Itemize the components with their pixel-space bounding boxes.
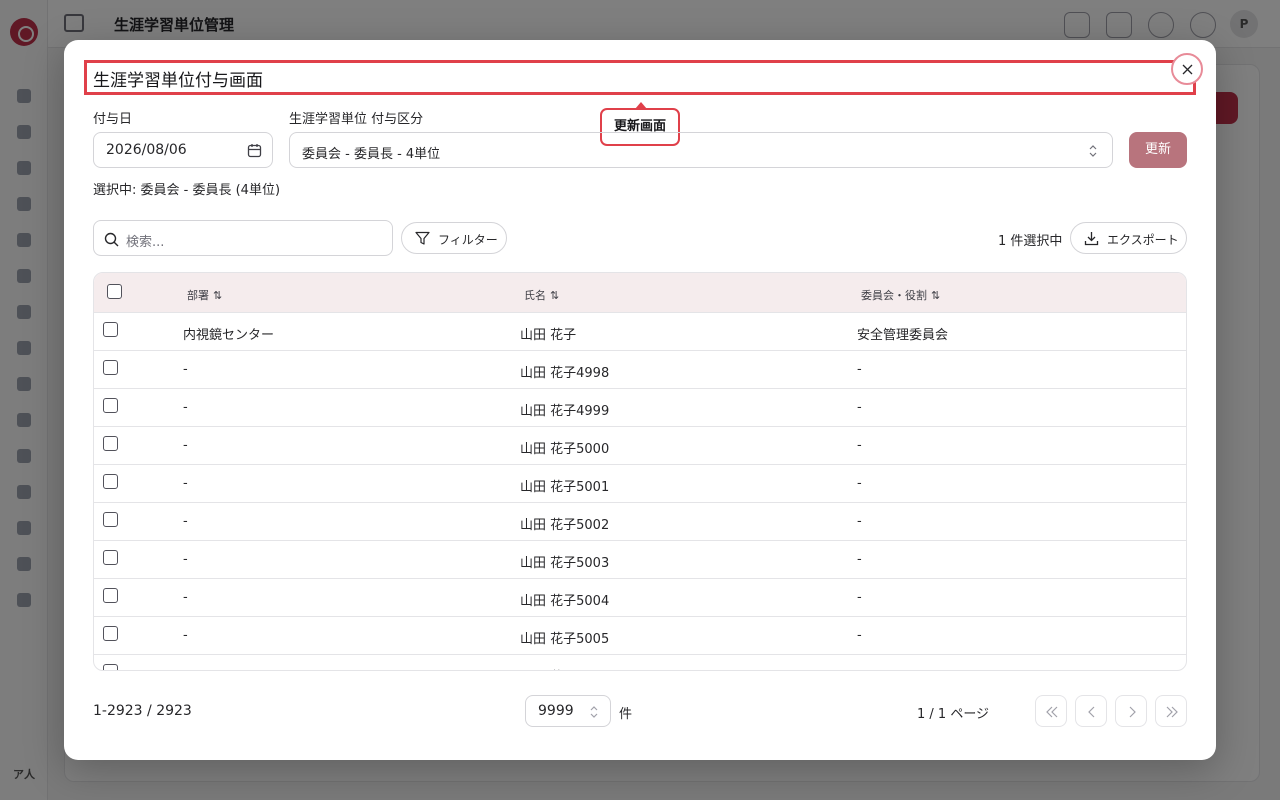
- category-label: 生涯学習単位 付与区分: [289, 112, 424, 127]
- row-checkbox[interactable]: [103, 588, 118, 603]
- cell-name: 山田 花子4999: [520, 404, 610, 419]
- title-highlight: 生涯学習単位付与画面: [84, 60, 1196, 95]
- date-value: 2026/08/06: [106, 142, 187, 158]
- sort-icon: ⇅: [213, 289, 223, 302]
- close-icon: [1182, 64, 1193, 75]
- chevron-updown-icon: [1089, 145, 1097, 157]
- cell-committee: -: [857, 514, 862, 529]
- cell-committee: -: [857, 362, 862, 377]
- cell-name: 山田 花子: [520, 328, 577, 343]
- date-label: 付与日: [93, 112, 133, 127]
- selected-category-info: 選択中: 委員会 - 委員長 (4単位): [93, 183, 281, 198]
- export-button[interactable]: エクスポート: [1070, 222, 1187, 254]
- column-header-name[interactable]: 氏名 ⇅: [524, 287, 559, 303]
- page-size-value: 9999: [538, 703, 574, 719]
- cell-department: -: [183, 476, 188, 491]
- filter-button[interactable]: フィルター: [401, 222, 507, 254]
- download-icon: [1084, 232, 1099, 246]
- row-checkbox[interactable]: [103, 512, 118, 527]
- cell-department: -: [183, 590, 188, 605]
- row-checkbox[interactable]: [103, 626, 118, 641]
- filter-label: フィルター: [438, 233, 498, 247]
- cell-department: 内視鏡センター: [183, 328, 275, 343]
- search-icon: [104, 232, 119, 247]
- table-row[interactable]: - 山田 花子5001 -: [94, 465, 1186, 503]
- cell-committee: -: [857, 590, 862, 605]
- cell-name: 山田 花子5003: [520, 556, 610, 571]
- search-input[interactable]: 検索...: [93, 220, 393, 256]
- column-label: 部署: [187, 289, 209, 302]
- calendar-icon[interactable]: [247, 143, 262, 158]
- cell-department: -: [183, 514, 188, 529]
- column-header-department[interactable]: 部署 ⇅: [187, 287, 222, 303]
- table-row[interactable]: - 山田 花子5003 -: [94, 541, 1186, 579]
- row-checkbox[interactable]: [103, 398, 118, 413]
- chevron-updown-icon: [590, 706, 598, 718]
- cell-name: 山田 花子5001: [520, 480, 610, 495]
- row-checkbox[interactable]: [103, 322, 118, 337]
- cell-department: -: [183, 362, 188, 377]
- row-checkbox[interactable]: [103, 664, 118, 670]
- row-checkbox[interactable]: [103, 474, 118, 489]
- category-value: 委員会 - 委員長 - 4単位: [302, 147, 441, 162]
- filter-icon: [415, 231, 430, 245]
- first-page-button[interactable]: [1035, 695, 1067, 727]
- column-label: 委員会・役割: [861, 289, 927, 302]
- cell-name: 山田 花子5006: [520, 666, 609, 670]
- row-checkbox[interactable]: [103, 436, 118, 451]
- chevron-right-icon: [1129, 706, 1136, 718]
- table-row[interactable]: - 山田 花子5002 -: [94, 503, 1186, 541]
- search-placeholder: 検索...: [126, 235, 165, 250]
- cell-name: 山田 花子5004: [520, 594, 610, 609]
- cell-name: 山田 花子5005: [520, 632, 610, 647]
- chevron-left-icon: [1088, 706, 1095, 718]
- table-row[interactable]: - 山田 花子5004 -: [94, 579, 1186, 617]
- table-row[interactable]: - 山田 花子5005 -: [94, 617, 1186, 655]
- column-header-committee[interactable]: 委員会・役割 ⇅: [861, 287, 940, 303]
- cell-committee: -: [857, 438, 862, 453]
- cell-committee: -: [857, 476, 862, 491]
- cell-department: -: [183, 400, 188, 415]
- table-row[interactable]: - 山田 花子5000 -: [94, 427, 1186, 465]
- cell-name: 山田 花子4998: [520, 366, 610, 381]
- cell-committee: -: [857, 552, 862, 567]
- select-all-checkbox[interactable]: [107, 284, 122, 299]
- cell-department: -: [183, 552, 188, 567]
- column-label: 氏名: [524, 289, 546, 302]
- category-select[interactable]: 委員会 - 委員長 - 4単位: [289, 132, 1113, 168]
- cell-department: -: [183, 438, 188, 453]
- close-button[interactable]: [1171, 53, 1203, 85]
- record-range: 1-2923 / 2923: [93, 703, 192, 719]
- page-info: 1 / 1 ページ: [917, 707, 990, 722]
- chevrons-right-icon: [1166, 706, 1178, 718]
- staff-table: 部署 ⇅ 氏名 ⇅ 委員会・役割 ⇅ 内視鏡センター 山田 花子 安全管理委員会 - 山田 花…: [93, 272, 1187, 671]
- selection-count: 1 件選択中: [998, 234, 1063, 249]
- modal-title: 生涯学習単位付与画面: [93, 71, 263, 91]
- table-row[interactable]: - 山田 花子4999 -: [94, 389, 1186, 427]
- page-size-select[interactable]: 9999: [525, 695, 611, 727]
- row-checkbox[interactable]: [103, 550, 118, 565]
- date-field[interactable]: 2026/08/06: [93, 132, 273, 168]
- prev-page-button[interactable]: [1075, 695, 1107, 727]
- next-page-button[interactable]: [1115, 695, 1147, 727]
- sort-icon: ⇅: [931, 289, 941, 302]
- table-header: 部署 ⇅ 氏名 ⇅ 委員会・役割 ⇅: [94, 273, 1186, 313]
- cell-committee: -: [857, 628, 862, 643]
- table-row[interactable]: - 山田 花子4998 -: [94, 351, 1186, 389]
- chevrons-left-icon: [1046, 706, 1058, 718]
- sort-icon: ⇅: [550, 289, 560, 302]
- cell-committee: 安全管理委員会: [857, 328, 949, 343]
- cell-name: 山田 花子5000: [520, 442, 610, 457]
- table-row[interactable]: 内視鏡センター 山田 花子 安全管理委員会: [94, 313, 1186, 351]
- grant-modal: 生涯学習単位付与画面 更新画面 付与日 2026/08/06 生涯学習単位 付与…: [64, 40, 1216, 760]
- cell-committee: -: [857, 400, 862, 415]
- export-label: エクスポート: [1107, 233, 1179, 247]
- table-row[interactable]: 山田 花子5006: [94, 655, 1186, 670]
- cell-department: -: [183, 628, 188, 643]
- cell-name: 山田 花子5002: [520, 518, 610, 533]
- page-size-unit: 件: [619, 707, 633, 722]
- last-page-button[interactable]: [1155, 695, 1187, 727]
- row-checkbox[interactable]: [103, 360, 118, 375]
- update-button[interactable]: 更新: [1129, 132, 1187, 168]
